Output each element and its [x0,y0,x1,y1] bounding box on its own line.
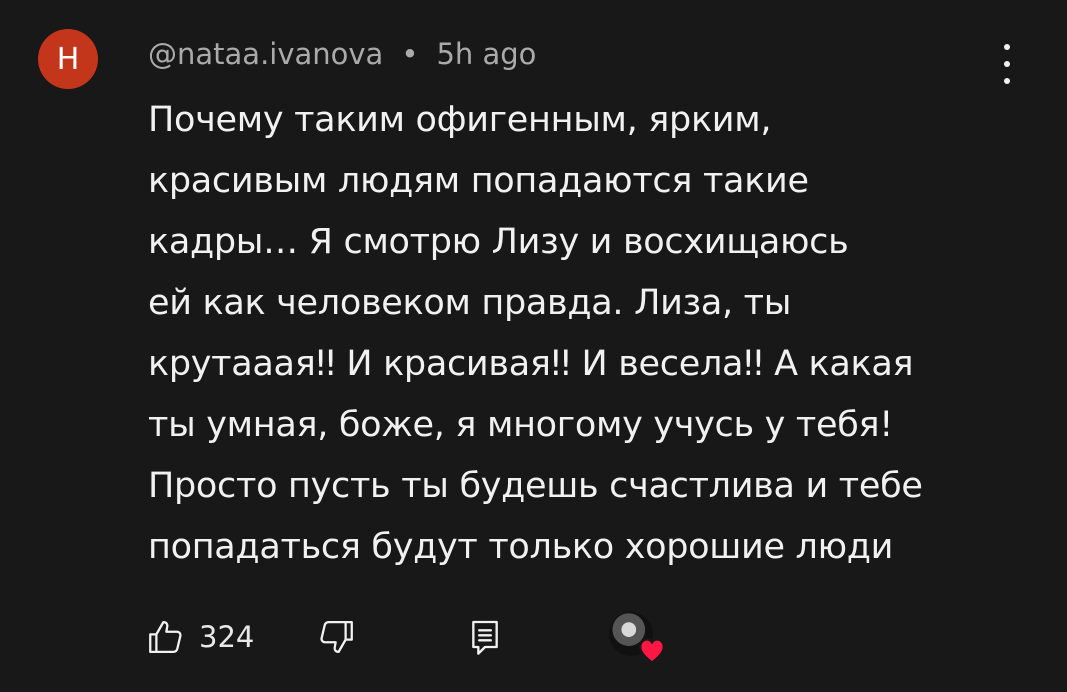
like-button[interactable]: 324 [145,612,254,662]
separator-dot: • [401,37,419,71]
thumb-down-icon [320,620,353,654]
comment-text-line: ей как человеком правда. Лиза, ты [148,283,792,323]
more-vert-icon-dot [1004,78,1010,84]
comment-actions: 324 [145,612,745,664]
comment-text-line: ты умная, боже, я многому учусь у тебя! [148,405,893,445]
comment-text-line: попадаться будут только хорошие люди [148,527,894,567]
comment-text-line: крутаааяǃǃ И красиваяǃǃ И веселаǃǃ А как… [148,344,914,384]
thumb-up-icon [149,620,182,654]
creator-heart-badge[interactable] [605,612,667,664]
comment-card: H @nataa.ivanova • 5h ago Почему таким офи… [0,0,1067,692]
comment-text: Почему таким офигенным, ярким, красивым … [148,90,1018,578]
more-options-button[interactable] [990,44,1024,84]
like-count: 324 [199,620,255,654]
more-vert-icon-dot [1004,61,1010,67]
comment-text-line: Почему таким офигенным, ярким, [148,100,772,140]
avatar[interactable]: H [38,29,98,89]
comment-text-line: красивым людям попадаются такие [148,161,809,201]
reply-button[interactable] [465,612,505,662]
dislike-button[interactable] [315,612,357,662]
comment-text-line: Просто пусть ты будешь счастлива и тебе [148,466,923,506]
creator-heart-icon [638,638,666,664]
reply-icon [472,620,498,655]
timestamp: 5h ago [436,37,537,71]
author-handle[interactable]: @nataa.ivanova [148,37,383,71]
comment-header: @nataa.ivanova • 5h ago [148,34,536,74]
more-vert-icon [1004,44,1010,50]
avatar-letter: H [56,41,80,77]
comment-text-line: кадры… Я смотрю Лизу и восхищаюсь [148,222,849,262]
